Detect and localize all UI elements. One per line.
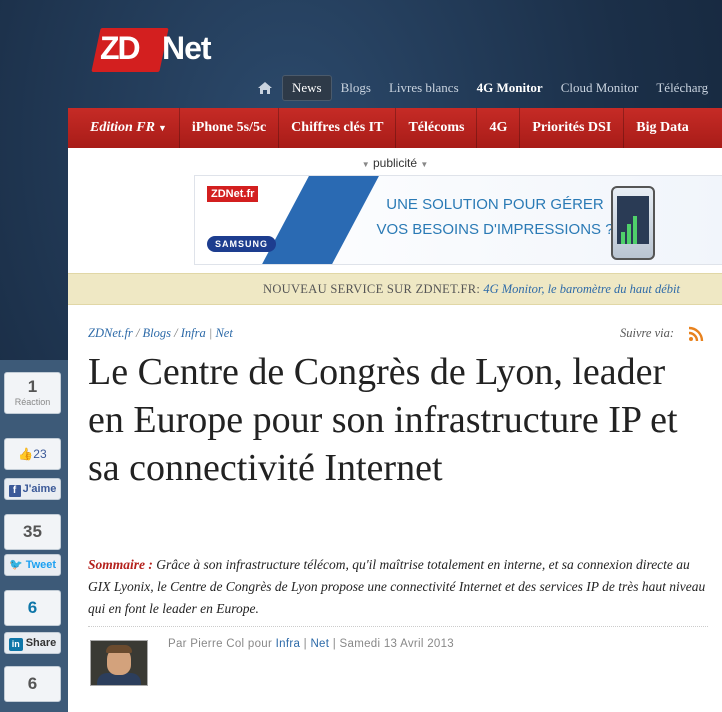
edition-label: Edition FR <box>90 120 155 135</box>
breadcrumb-sep: | <box>208 326 213 340</box>
reactions-count: 1 <box>27 377 38 396</box>
byline-date: | Samedi 13 Avril 2013 <box>332 638 455 650</box>
notice-label: NOUVEAU SERVICE SUR ZDNET.FR: <box>263 282 481 296</box>
phone-image <box>611 186 655 260</box>
cat-priorites-dsi[interactable]: Priorités DSI <box>519 108 623 148</box>
gplus-count: 6 <box>27 674 38 693</box>
breadcrumb: ZDNet.fr / Blogs / Infra | Net <box>88 326 233 341</box>
facebook-like-button[interactable]: f J'aime <box>4 478 61 500</box>
breadcrumb-infra[interactable]: Infra <box>181 326 206 340</box>
byline-category-net[interactable]: Net <box>310 638 329 650</box>
tweet-button[interactable]: 🐦 Tweet <box>4 554 61 576</box>
breadcrumb-blogs[interactable]: Blogs <box>143 326 171 340</box>
phone-chart-bar <box>627 224 631 244</box>
notice-link[interactable]: 4G Monitor, le baromètre du haut débit <box>483 282 680 296</box>
ad-zdnet-logo: ZDNet.fr <box>207 186 259 202</box>
nav-livres-blancs[interactable]: Livres blancs <box>380 76 468 100</box>
breadcrumb-sep: / <box>174 326 178 340</box>
twitter-icon: 🐦 <box>8 559 23 571</box>
divider <box>88 626 708 627</box>
summary-label: Sommaire : <box>88 557 153 572</box>
byline-separator: | <box>303 638 307 650</box>
logo-net-text: Net <box>162 30 212 66</box>
tweet-count: 35 <box>23 522 42 541</box>
triangle-down-icon: ▼ <box>361 160 370 169</box>
edition-selector[interactable]: Edition FR ▼ <box>68 120 179 136</box>
nav-cloud-monitor[interactable]: Cloud Monitor <box>552 76 648 100</box>
summary-text: Grâce à son infrastructure télécom, qu'i… <box>88 557 706 616</box>
reactions-label: Réaction <box>14 397 51 407</box>
zdnet-logo[interactable]: ZD Net <box>91 20 226 72</box>
author-avatar[interactable] <box>90 640 148 686</box>
ad-headline-2: VOS BESOINS D'IMPRESSIONS ? <box>376 221 614 238</box>
rss-icon[interactable] <box>688 326 704 342</box>
ad-label-text: publicité <box>372 156 418 170</box>
triangle-down-icon: ▼ <box>420 160 429 169</box>
cat-4g[interactable]: 4G <box>476 108 519 148</box>
samsung-logo: SAMSUNG <box>207 236 277 252</box>
share-panel: 1 Réaction 👍23 f J'aime 35 🐦 Tweet 6 in Sh… <box>0 360 68 712</box>
byline-prefix: Par Pierre Col pour <box>168 638 273 650</box>
category-bar: Edition FR ▼ iPhone 5s/5c Chiffres clés I… <box>68 108 722 148</box>
logo-zd-text: ZD <box>100 30 141 66</box>
linkedin-share-button[interactable]: in Share <box>4 632 61 654</box>
breadcrumb-zdnet[interactable]: ZDNet.fr <box>88 326 133 340</box>
tweet-count-box: 35 <box>4 514 61 550</box>
ad-label: ▼ publicité ▼ <box>68 156 722 170</box>
nav-news[interactable]: News <box>282 75 332 101</box>
nav-4g-monitor[interactable]: 4G Monitor <box>468 76 552 100</box>
cat-iphone[interactable]: iPhone 5s/5c <box>178 108 278 148</box>
chevron-down-icon: ▼ <box>157 123 167 133</box>
article-title: Le Centre de Congrès de Lyon, leader en … <box>88 351 678 489</box>
facebook-icon: f <box>8 485 21 497</box>
nav-blogs[interactable]: Blogs <box>332 76 380 100</box>
phone-chart-bar <box>621 232 625 244</box>
thumbs-up-icon: 👍 <box>18 447 34 461</box>
service-notice: NOUVEAU SERVICE SUR ZDNET.FR: 4G Monitor… <box>68 273 722 305</box>
gplus-count-box: 6 <box>4 666 61 702</box>
article-summary: Sommaire : Grâce à son infrastructure té… <box>88 554 710 620</box>
breadcrumb-net[interactable]: Net <box>215 326 232 340</box>
follow-label: Suivre via: <box>620 326 675 340</box>
cat-big-data[interactable]: Big Data <box>623 108 701 148</box>
linkedin-count-box: 6 <box>4 590 61 626</box>
reactions-box[interactable]: 1 Réaction <box>4 372 61 414</box>
cat-telecoms[interactable]: Télécoms <box>395 108 476 148</box>
cat-chiffres-cles[interactable]: Chiffres clés IT <box>278 108 395 148</box>
avatar-hair <box>106 645 132 653</box>
ad-banner[interactable]: ZDNet.fr SAMSUNG UNE SOLUTION POUR GÉRER… <box>194 175 722 265</box>
phone-chart-bar <box>633 216 637 244</box>
byline-category-infra[interactable]: Infra <box>276 638 301 650</box>
byline: Par Pierre Col pour Infra | Net | Samedi… <box>168 638 454 650</box>
linkedin-icon: in <box>8 638 23 651</box>
linkedin-count: 6 <box>27 598 38 617</box>
main-content: ▼ publicité ▼ ZDNet.fr SAMSUNG UNE SOLUT… <box>68 148 722 712</box>
facebook-count-box: 👍23 <box>4 438 61 470</box>
facebook-like-count: 👍23 <box>18 447 47 461</box>
home-icon[interactable] <box>254 77 276 99</box>
nav-telechargement[interactable]: Télécharg <box>647 76 717 100</box>
breadcrumb-sep: / <box>135 326 140 340</box>
top-navigation: News Blogs Livres blancs 4G Monitor Clou… <box>254 74 717 102</box>
ad-headline-1: UNE SOLUTION POUR GÉRER <box>386 196 604 213</box>
